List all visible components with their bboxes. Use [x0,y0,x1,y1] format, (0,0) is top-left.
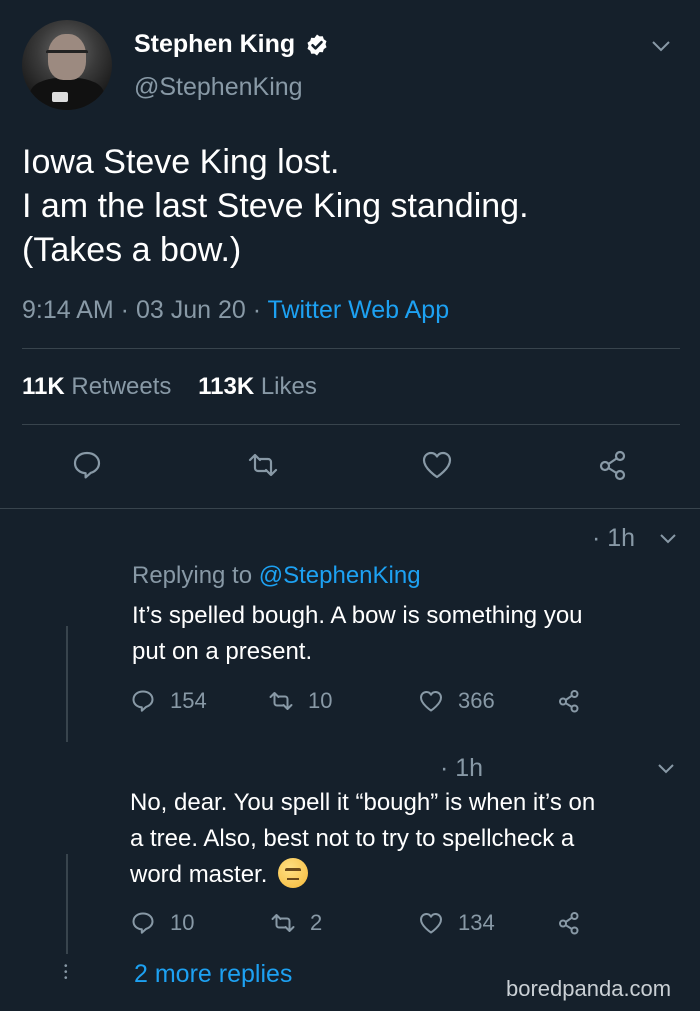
tweet-source[interactable]: Twitter Web App [268,296,450,324]
author-name-row[interactable]: Stephen King [134,30,329,59]
watermark: boredpanda.com [506,976,672,1001]
like-action[interactable]: 366 [418,688,495,714]
like-count: 366 [458,688,495,713]
more-replies-link[interactable]: 2 more replies [134,960,292,989]
chevron-down-icon[interactable] [650,38,672,54]
thread-line [66,626,68,742]
reply-line: put on a present. [132,638,313,665]
divider [22,424,680,425]
reply-icon [132,912,154,934]
reply-line: It’s spelled bough. A bow is something y… [132,602,583,629]
author-handle[interactable]: @StephenKing [134,73,303,102]
rolling-eyes-emoji-icon [278,858,309,888]
tweet-text: Iowa Steve King lost. I am the last Stev… [22,140,682,272]
reply-icon[interactable] [70,448,104,482]
retweet-action[interactable]: 2 [270,910,322,936]
retweet-count: 10 [308,688,333,713]
heart-icon[interactable] [420,448,454,482]
share-icon[interactable] [596,448,630,482]
reply-time: · 1h [440,754,484,782]
reply-text: No, dear. You spell it “bough” is when i… [130,785,595,893]
replying-handle[interactable]: @StephenKing [259,562,421,589]
divider [0,508,700,509]
more-dots-icon: • • • [64,961,68,984]
tweet-line: Iowa Steve King lost. [22,143,340,181]
reply-count: 154 [170,688,207,713]
likes-stat[interactable]: 113K Likes [198,373,317,400]
reply-count: 10 [170,910,195,935]
tweet-meta: 9:14 AM · 03 Jun 20 · Twitter Web App [22,296,450,324]
tweet-line: I am the last Steve King standing. [22,187,529,225]
reply-line: No, dear. You spell it “bough” is when i… [130,789,596,816]
share-icon[interactable] [556,910,582,936]
share-icon[interactable] [556,688,582,714]
like-action[interactable]: 134 [418,910,495,936]
divider [22,348,680,349]
chevron-down-icon[interactable] [658,532,678,546]
retweet-icon[interactable] [246,448,280,482]
tweet-stats: 11K Retweets 113K Likes [22,373,317,401]
replying-prefix: Replying to [132,562,253,589]
reply-icon [132,690,154,712]
reply-text: It’s spelled bough. A bow is something y… [132,598,583,670]
retweets-stat[interactable]: 11K Retweets [22,373,171,400]
heart-icon [420,913,442,934]
avatar[interactable] [22,20,112,110]
tweet-time: 9:14 AM [22,296,114,324]
like-count: 134 [458,910,495,935]
thread-line [66,854,68,954]
retweet-icon [271,914,295,932]
retweet-action[interactable]: 10 [268,688,332,714]
tweet-date[interactable]: 03 Jun 20 [136,296,246,324]
retweet-count: 2 [310,910,323,935]
replying-to: Replying to @StephenKing [132,562,421,590]
reply-line: a tree. Also, best not to try to spellch… [130,825,575,852]
retweet-icon [269,692,293,710]
author-name[interactable]: Stephen King [134,30,295,59]
reply-time: · 1h [592,524,636,552]
reply-action[interactable]: 10 [130,910,194,936]
heart-icon [420,691,442,712]
reply-line-with-emoji: word master. [130,857,595,893]
chevron-down-icon[interactable] [656,762,676,776]
tweet-line: (Takes a bow.) [22,231,242,269]
verified-badge-icon [305,33,329,57]
reply-action[interactable]: 154 [130,688,207,714]
